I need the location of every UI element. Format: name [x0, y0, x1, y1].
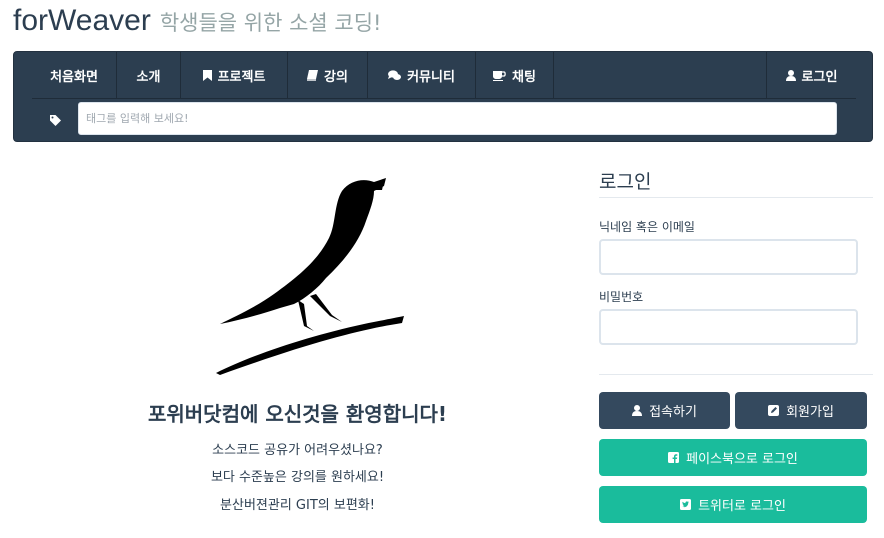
- nav-item-login[interactable]: 로그인: [766, 52, 856, 99]
- nav-item-label: 소개: [136, 70, 161, 85]
- hero-line: 소스코드 공유가 어려우셨나요?: [212, 443, 383, 458]
- facebook-login-button[interactable]: 페이스북으로 로그인: [599, 439, 867, 476]
- password-field[interactable]: [599, 309, 858, 345]
- login-title: 로그인: [599, 171, 652, 193]
- tag-icon: [50, 111, 61, 130]
- bookmark-icon: [202, 70, 212, 81]
- user-icon: [785, 70, 796, 81]
- nav-item-home[interactable]: 처음화면: [32, 52, 117, 99]
- nav-item-projects[interactable]: 프로젝트: [181, 52, 288, 99]
- divider: [599, 197, 873, 198]
- welcome-title: 포위버닷컴에 오신것을 환영합니다!: [147, 402, 448, 426]
- hero-line: 분산버젼관리 GIT의 보편화!: [220, 498, 375, 513]
- site-logo[interactable]: forWeaver: [13, 4, 151, 38]
- twitter-login-label: 트위터로 로그인: [698, 499, 786, 514]
- book-icon: [307, 70, 319, 81]
- main-navbar: 처음화면 소개 프로젝트 강의 커뮤니티 채팅 로그인 태그를 입력해 보세요!: [13, 51, 873, 142]
- password-field-label: 비밀번호: [599, 290, 644, 304]
- divider: [599, 374, 873, 375]
- connect-button[interactable]: 접속하기: [599, 392, 730, 429]
- nav-item-label: 커뮤니티: [407, 70, 455, 85]
- id-field[interactable]: [599, 239, 858, 275]
- nav-item-lectures[interactable]: 강의: [288, 52, 368, 99]
- edit-icon: [768, 405, 780, 416]
- connect-button-label: 접속하기: [649, 405, 697, 420]
- hero-line: 보다 수준높은 강의를 원하세요!: [210, 470, 385, 485]
- user-icon: [632, 405, 643, 416]
- site-tagline: 학생들을 위한 소셜 코딩!: [159, 11, 382, 35]
- id-field-label: 닉네임 혹은 이메일: [599, 220, 695, 234]
- coffee-icon: [493, 70, 506, 81]
- nav-item-community[interactable]: 커뮤니티: [368, 52, 476, 99]
- signup-button[interactable]: 회원가입: [735, 392, 867, 429]
- nav-item-label: 처음화면: [50, 70, 98, 85]
- bird-icon: [214, 176, 409, 380]
- signup-button-label: 회원가입: [786, 405, 834, 420]
- nav-item-label: 프로젝트: [217, 70, 266, 85]
- facebook-login-label: 페이스북으로 로그인: [686, 452, 798, 467]
- nav-menu: 처음화면 소개 프로젝트 강의 커뮤니티 채팅 로그인: [32, 52, 856, 99]
- twitter-login-button[interactable]: 트위터로 로그인: [599, 486, 867, 523]
- comments-icon: [388, 70, 402, 81]
- nav-item-label: 강의: [324, 70, 348, 85]
- facebook-icon: [668, 452, 680, 463]
- nav-item-about[interactable]: 소개: [117, 52, 181, 99]
- nav-item-chat[interactable]: 채팅: [476, 52, 554, 99]
- twitter-icon: [680, 499, 692, 510]
- site-header: forWeaver 학생들을 위한 소셜 코딩!: [13, 4, 381, 44]
- nav-item-label: 채팅: [512, 70, 536, 85]
- tag-search-input[interactable]: [78, 102, 837, 135]
- nav-login-label: 로그인: [801, 70, 838, 85]
